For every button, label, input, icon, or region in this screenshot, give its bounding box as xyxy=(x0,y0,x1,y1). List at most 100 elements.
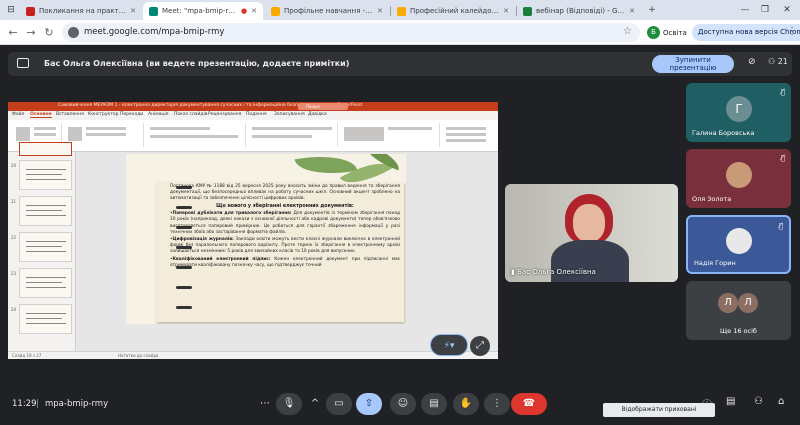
new-slide-icon[interactable] xyxy=(68,127,82,141)
back-icon[interactable]: ← xyxy=(6,26,20,40)
ppt-menu-item[interactable]: Довідка xyxy=(308,112,327,117)
tab-3[interactable]: Профільне навчання - lino ✕ xyxy=(265,2,389,20)
minimize-icon[interactable]: — xyxy=(738,3,752,17)
thumbnail-line xyxy=(26,205,66,206)
tab-4[interactable]: Професійний калейдоскоп - l ✕ xyxy=(391,2,515,20)
close-icon[interactable]: ✕ xyxy=(251,7,257,15)
avatar: Г xyxy=(726,96,752,122)
font-select[interactable] xyxy=(150,127,210,130)
recording-dot-icon: ● xyxy=(241,7,248,15)
ppt-menu-item[interactable]: Файл xyxy=(12,112,24,117)
slide-thumbnail-selected[interactable] xyxy=(19,142,72,156)
ppt-menu-item[interactable]: Записування xyxy=(274,112,305,117)
ribbon-button[interactable] xyxy=(34,133,56,136)
chat-icon[interactable]: ▤ xyxy=(726,396,735,407)
participant-tile[interactable]: Г 🎙̸ Галина Боровська xyxy=(686,83,791,142)
ppt-menu-item[interactable]: Переходи xyxy=(120,112,143,117)
close-icon[interactable]: ✕ xyxy=(629,7,635,15)
tab-search-icon[interactable]: ⊟ xyxy=(4,3,18,17)
chrome-menu-icon[interactable]: ⋮ xyxy=(787,26,797,37)
participant-tile-speaking[interactable]: 🎙̸ Надія Горин xyxy=(686,215,791,274)
screen: ⊟ Покликання на практикум - с ✕ Meet: "m… xyxy=(0,0,800,425)
ribbon-button[interactable] xyxy=(86,133,126,136)
ribbon-button[interactable] xyxy=(388,127,432,130)
shared-powerpoint-window: Самовивчення МЕУКЗМ 1 - електронна дирек… xyxy=(8,102,498,359)
spiral-ring xyxy=(176,286,192,289)
bullet-label: Паперові дублікати для тривалого зберіга… xyxy=(172,211,292,217)
ppt-menu-item[interactable]: Подання xyxy=(246,112,267,117)
reload-icon[interactable]: ↻ xyxy=(42,26,56,40)
present-icon: ⇧ xyxy=(364,398,374,409)
slide-thumbnail[interactable]: 24 xyxy=(11,304,72,334)
close-icon[interactable]: ✕ xyxy=(130,7,136,15)
people-icon[interactable]: ⚇ xyxy=(754,396,763,407)
shapes-gallery[interactable] xyxy=(344,127,384,141)
select-button[interactable] xyxy=(446,139,486,142)
leave-call-button[interactable]: ☎ xyxy=(511,393,547,415)
meeting-code: mpa-bmip-rmy xyxy=(45,399,109,409)
more-options-left-button[interactable]: ⋯ xyxy=(256,393,274,415)
tab-5[interactable]: вебінар (Відповіді) - Google Та ✕ xyxy=(517,2,641,20)
paste-icon[interactable] xyxy=(16,127,30,141)
ppt-menu-item[interactable]: Анімація xyxy=(148,112,168,117)
screen-share-options-button[interactable]: ⚡▾ xyxy=(430,334,468,356)
tab-1[interactable]: Покликання на практикум - с ✕ xyxy=(20,2,142,20)
url-text[interactable]: meet.google.com/mpa-bmip-rmy xyxy=(84,27,224,37)
microphone-button[interactable]: 🎙 xyxy=(276,393,302,415)
present-button[interactable]: ⇧ xyxy=(356,393,382,415)
ribbon-button[interactable] xyxy=(86,127,126,130)
more-participants-tile[interactable]: Л Л Ще 16 осіб xyxy=(686,281,791,340)
camera-button[interactable]: ▭ xyxy=(326,393,352,415)
ppt-menu-item[interactable]: Показ слайдів xyxy=(174,112,207,117)
camera-off-icon[interactable]: ⊘ xyxy=(748,57,756,67)
raise-hand-button[interactable]: ✋ xyxy=(453,393,479,415)
ppt-menu-item[interactable]: Вставлення xyxy=(56,112,84,117)
ribbon-button[interactable] xyxy=(34,127,56,130)
chrome-update-button[interactable]: Доступна нова версія Chrome xyxy=(692,24,800,41)
ppt-search-box[interactable]: Пошук xyxy=(298,103,348,110)
close-icon[interactable]: ✕ xyxy=(377,7,383,15)
tab-2[interactable]: Meet: "mpa-bmip-rmy" ● ✕ xyxy=(143,2,263,20)
activities-icon[interactable]: ⌂ xyxy=(778,396,784,407)
paragraph-buttons[interactable] xyxy=(252,127,332,130)
participant-name: Оля Золота xyxy=(692,195,732,203)
maximize-icon[interactable]: ❐ xyxy=(758,3,772,17)
avatar xyxy=(726,228,752,254)
paragraph-buttons[interactable] xyxy=(252,135,312,138)
more-options-button[interactable]: ⋮ xyxy=(484,393,510,415)
ppt-menu-item[interactable]: Рецензування xyxy=(208,112,241,117)
bookmark-star-icon[interactable]: ☆ xyxy=(623,26,632,37)
browser-toolbar: ← → ↻ meet.google.com/mpa-bmip-rmy ☆ Б О… xyxy=(0,20,800,45)
captions-button[interactable]: ▤ xyxy=(421,393,447,415)
slide-thumbnail[interactable]: 22 xyxy=(11,232,72,262)
site-info-icon[interactable] xyxy=(68,27,79,38)
slide-thumbnail[interactable]: 21 xyxy=(11,196,72,226)
current-slide[interactable]: Постанова КМУ № 1188 від 25 вересня 2025… xyxy=(126,154,406,324)
replace-button[interactable] xyxy=(446,133,486,136)
close-window-icon[interactable]: ✕ xyxy=(780,3,794,17)
slide-thumbnail[interactable]: 20 xyxy=(11,160,72,190)
stop-presenting-label-1: Зупинити xyxy=(675,56,711,64)
people-count[interactable]: ⚇ 21 xyxy=(768,57,788,66)
reactions-button[interactable]: ☺ xyxy=(390,393,416,415)
participant-tile[interactable]: 🎙̸ Оля Золота xyxy=(686,149,791,208)
forward-icon[interactable]: → xyxy=(24,26,38,40)
ppt-menu-item[interactable]: Основне xyxy=(30,112,52,118)
new-tab-button[interactable]: + xyxy=(645,3,659,17)
profile-chip[interactable]: Б Освіта xyxy=(647,25,687,40)
chevron-down-icon: ▾ xyxy=(449,341,455,351)
font-format-buttons[interactable] xyxy=(150,135,238,138)
close-icon[interactable]: ✕ xyxy=(503,7,509,15)
ppt-menu-item[interactable]: Конструктор xyxy=(88,112,118,117)
slide-bullet-2: •Цифровізація журналів: Заклади освіти м… xyxy=(170,237,400,255)
slide-thumbnail[interactable]: 23 xyxy=(11,268,72,298)
address-bar[interactable]: meet.google.com/mpa-bmip-rmy ☆ xyxy=(62,23,640,42)
clock: 11:29 xyxy=(12,399,37,409)
slide-text-body: Постанова КМУ № 1188 від 25 вересня 2025… xyxy=(170,184,400,271)
fullscreen-button[interactable]: ⤢ xyxy=(470,336,490,356)
audio-options-button[interactable]: ^ xyxy=(306,393,324,415)
presenter-video-tile[interactable]: ▮ Бас Ольга Олексіївна xyxy=(505,184,678,282)
find-button[interactable] xyxy=(446,127,486,130)
notes-placeholder[interactable]: Нотатки до слайда xyxy=(118,353,158,358)
stop-presenting-button[interactable]: Зупинити презентацію xyxy=(652,55,734,73)
